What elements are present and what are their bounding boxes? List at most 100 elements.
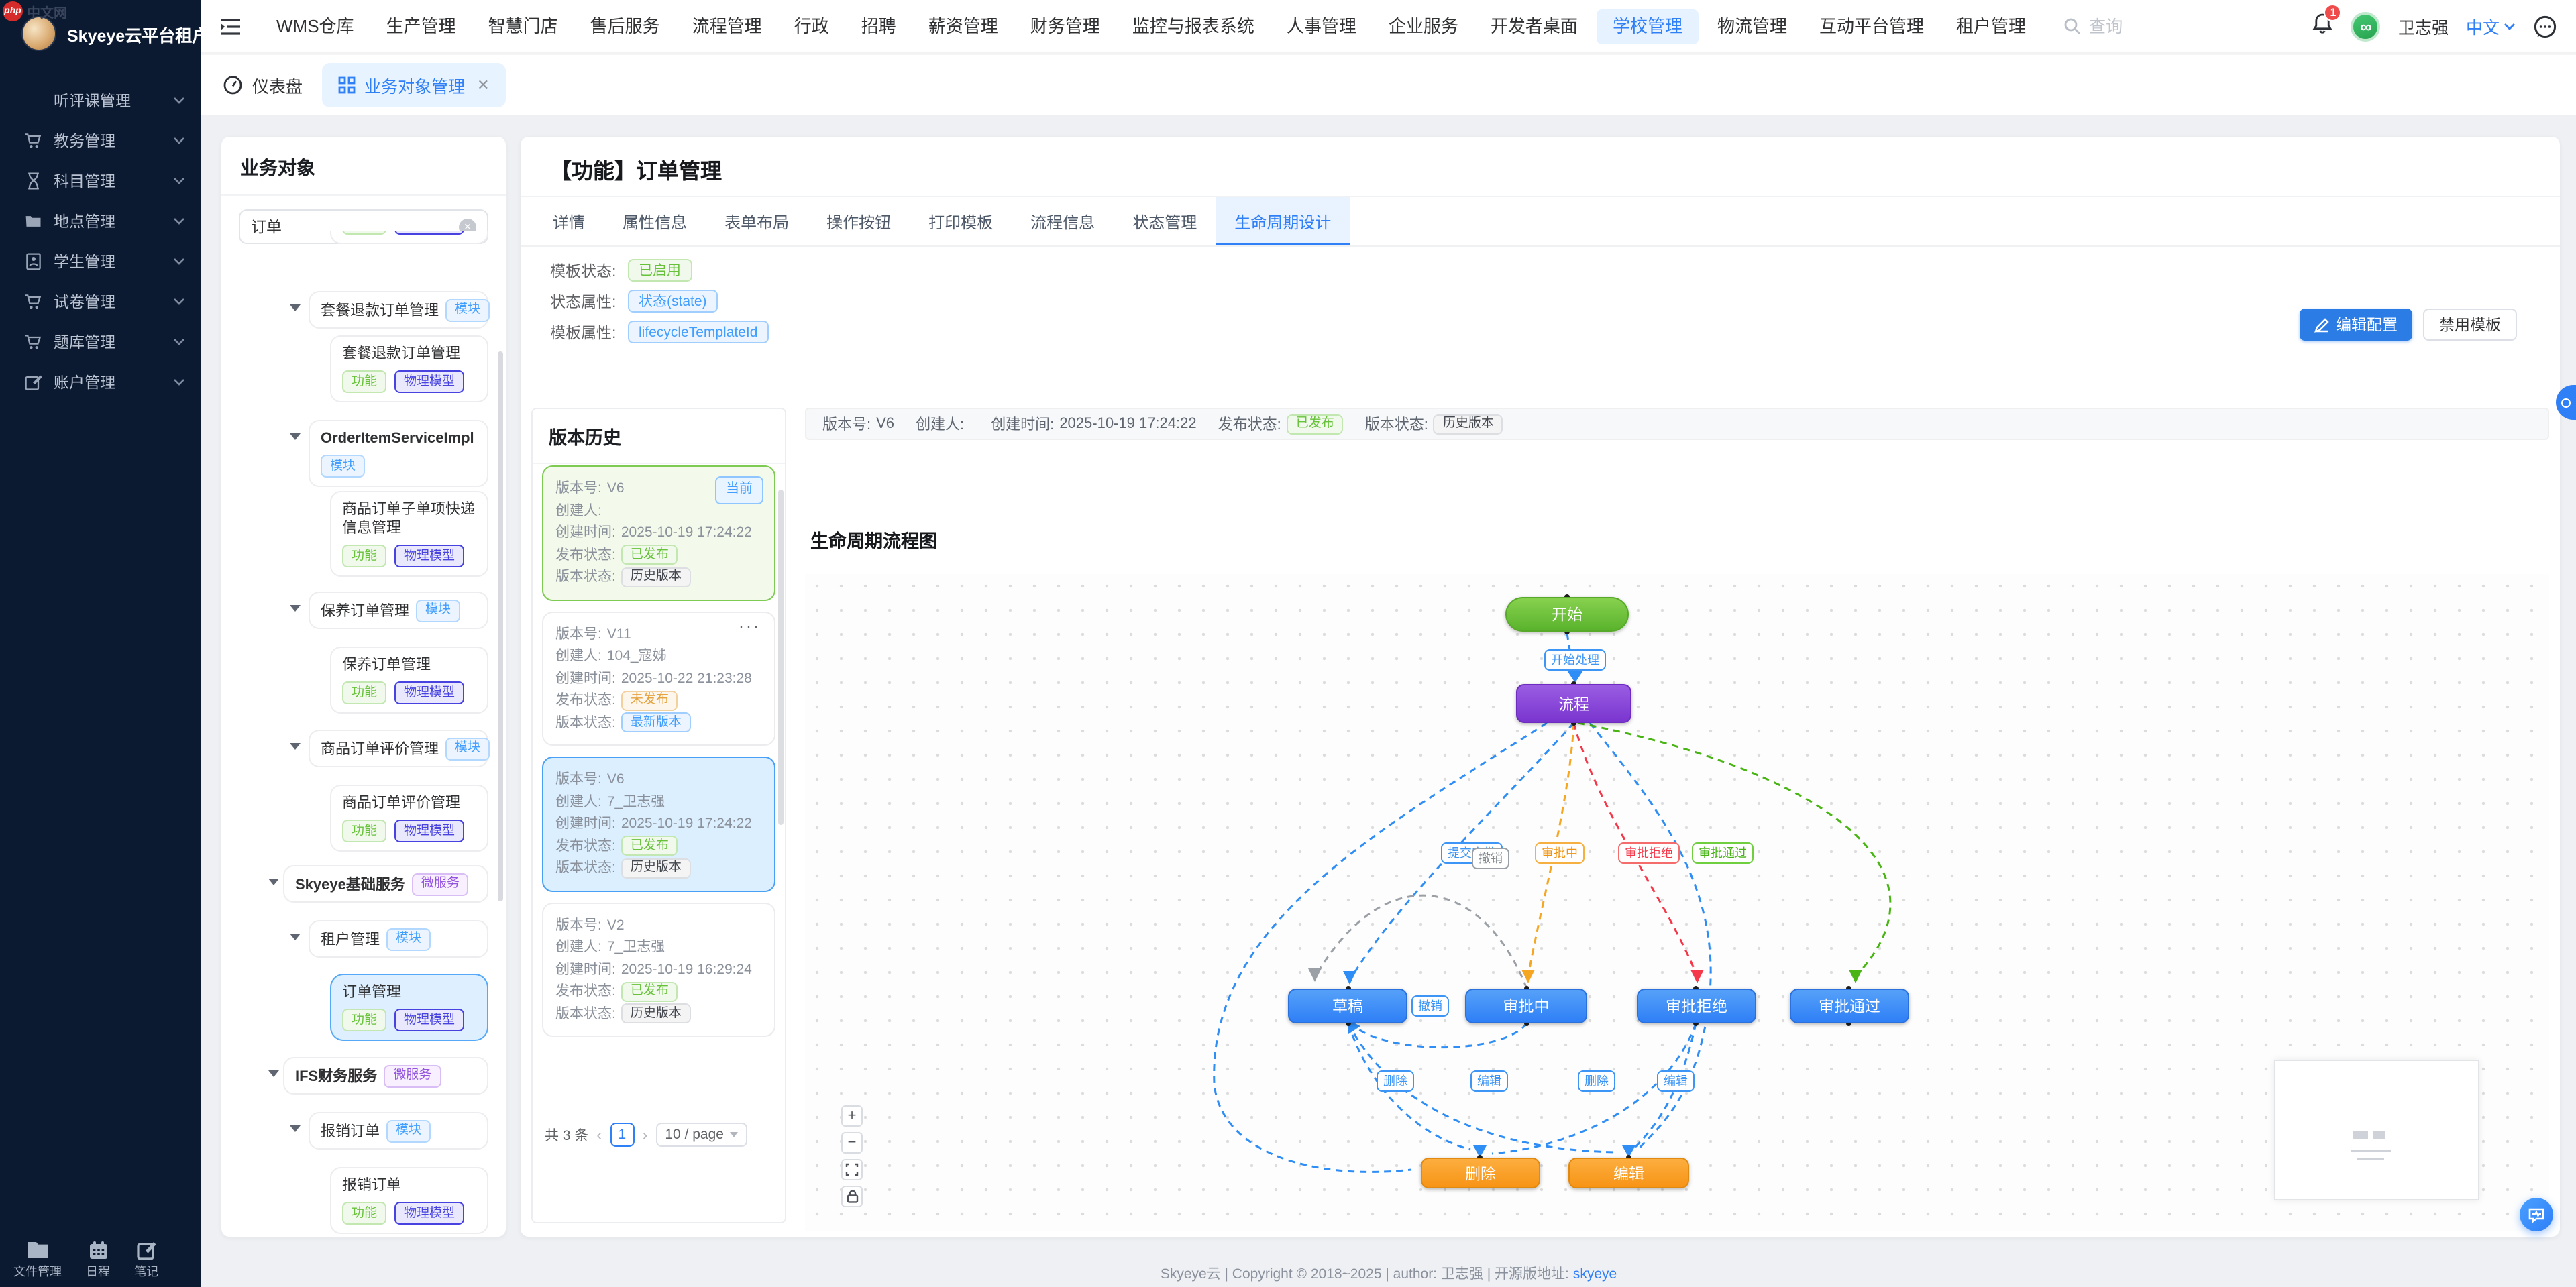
nav-item[interactable]: 流程管理 (676, 0, 778, 53)
tab-detail[interactable]: 详情 (534, 197, 604, 245)
tree-toggle-icon[interactable] (268, 1070, 279, 1077)
sidebar-item-tiku[interactable]: 题库管理 (0, 322, 201, 362)
tree-node-module[interactable]: 租户管理 模块 (309, 920, 488, 958)
dock-schedule[interactable]: 日程 (86, 1240, 110, 1279)
tree-node-function[interactable]: 报销订单 功能 物理模型 (330, 1167, 488, 1234)
flow-node-end-edit[interactable]: 编辑 (1568, 1158, 1689, 1188)
tree-node-module[interactable]: 商品订单评价管理 模块 (309, 730, 488, 767)
nav-item[interactable]: 开发者桌面 (1474, 0, 1594, 53)
zoom-out-button[interactable]: − (841, 1132, 863, 1154)
dock-file-manager[interactable]: 文件管理 (13, 1240, 62, 1279)
version-card[interactable]: ··· 版本号:V11 创建人:104_寇姊 创建时间:2025-10-22 2… (542, 611, 775, 746)
sidebar-item-kemu[interactable]: 科目管理 (0, 161, 201, 201)
sidebar-item-jiaowu[interactable]: 教务管理 (0, 121, 201, 161)
flow-node-process[interactable]: 流程 (1516, 684, 1631, 723)
tree-toggle-icon[interactable] (290, 1125, 301, 1132)
nav-item[interactable]: 财务管理 (1014, 0, 1116, 53)
tree-node-microservice[interactable]: IFS财务服务 微服务 (283, 1057, 488, 1095)
tree-node-microservice[interactable]: Skyeye基础服务 微服务 (283, 865, 488, 903)
tab-dashboard[interactable]: 仪表盘 (223, 72, 303, 98)
language-switcher[interactable]: 中文 (2466, 13, 2516, 39)
sidebar-item-xuesheng[interactable]: 学生管理 (0, 241, 201, 282)
edge-label[interactable]: 删除 (1377, 1070, 1414, 1092)
nav-item-active[interactable]: 学校管理 (1597, 9, 1699, 44)
tree-toggle-icon[interactable] (290, 304, 301, 311)
tab-flow-info[interactable]: 流程信息 (1012, 197, 1114, 245)
tab-action-buttons[interactable]: 操作按钮 (808, 197, 910, 245)
tree-node-module[interactable]: 保养订单管理 模块 (309, 592, 488, 629)
user-name[interactable]: 卫志强 (2398, 13, 2449, 39)
tree-toggle-icon[interactable] (290, 934, 301, 940)
edge-label[interactable]: 撤销 (1472, 848, 1509, 869)
tree-node-function[interactable]: 商品订单评价管理 功能 物理模型 (330, 785, 488, 852)
flow-node-end-delete[interactable]: 删除 (1421, 1158, 1540, 1188)
lifecycle-flow-canvas[interactable]: 开始 开始处理 流程 提交审批 撤销 审批中 审批拒绝 审批通过 草稿 审批中 … (805, 574, 2549, 1231)
tree-toggle-icon[interactable] (290, 433, 301, 440)
lock-button[interactable] (841, 1186, 863, 1207)
sidebar-item-tingpingke[interactable]: 听评课管理 (0, 80, 201, 121)
prev-page-button[interactable]: ‹ (595, 1125, 603, 1144)
opensource-link[interactable]: skyeye (1573, 1266, 1617, 1282)
edge-label[interactable]: 审批通过 (1692, 842, 1754, 864)
page-number[interactable]: 1 (610, 1123, 634, 1147)
edge-label[interactable]: 删除 (1578, 1070, 1615, 1092)
nav-item[interactable]: 薪资管理 (912, 0, 1014, 53)
nav-item[interactable]: 租户管理 (1940, 0, 2042, 53)
user-avatar[interactable]: ∞ (2351, 11, 2381, 41)
tree-node-function[interactable]: 保养订单管理 功能 物理模型 (330, 647, 488, 714)
tab-business-object-active[interactable]: 业务对象管理 ✕ (321, 63, 505, 107)
disable-template-button[interactable]: 禁用模板 (2423, 309, 2517, 341)
next-page-button[interactable]: › (641, 1125, 649, 1144)
nav-item[interactable]: 生产管理 (370, 0, 472, 53)
nav-item[interactable]: 行政 (778, 0, 845, 53)
nav-item[interactable]: 招聘 (845, 0, 912, 53)
version-card[interactable]: 版本号:V2 创建人:7_卫志强 创建时间:2025-10-19 16:29:2… (542, 902, 775, 1037)
dock-notes[interactable]: 笔记 (134, 1240, 158, 1279)
version-card-current[interactable]: 当前 版本号:V6 创建人: 创建时间:2025-10-19 17:24:22 … (542, 465, 775, 600)
tree-toggle-icon[interactable] (290, 743, 301, 750)
nav-item[interactable]: 互动平台管理 (1803, 0, 1940, 53)
flow-node-approved[interactable]: 审批通过 (1790, 989, 1909, 1023)
tree-node-module[interactable]: 套餐退款订单管理 模块 (309, 291, 488, 329)
fit-view-button[interactable] (841, 1159, 863, 1180)
tree-toggle-icon[interactable] (268, 879, 279, 885)
tree-node-module[interactable]: 报销订单 模块 (309, 1112, 488, 1150)
flow-node-auditing[interactable]: 审批中 (1465, 989, 1587, 1023)
edge-label[interactable]: 审批拒绝 (1618, 842, 1680, 864)
sidebar-item-shijuan[interactable]: 试卷管理 (0, 282, 201, 322)
edge-label[interactable]: 开始处理 (1544, 649, 1606, 671)
nav-item[interactable]: 人事管理 (1271, 0, 1373, 53)
chat-assistant-fab[interactable] (2520, 1198, 2553, 1231)
tab-attributes[interactable]: 属性信息 (604, 197, 706, 245)
flow-node-start[interactable]: 开始 (1505, 597, 1629, 632)
sidebar-item-zhanghu[interactable]: 账户管理 (0, 362, 201, 402)
tab-form-layout[interactable]: 表单布局 (706, 197, 808, 245)
sidebar-item-didian[interactable]: 地点管理 (0, 201, 201, 241)
nav-item[interactable]: WMS仓库 (260, 0, 370, 53)
search-input[interactable] (2089, 17, 2250, 36)
flow-node-rejected[interactable]: 审批拒绝 (1637, 989, 1756, 1023)
tree-node-function[interactable]: 套餐退款订单管理 功能 物理模型 (330, 335, 488, 402)
tree-node-function[interactable]: 商品订单子单项快递信息管理 功能 物理模型 (330, 491, 488, 577)
flow-minimap[interactable] (2274, 1060, 2479, 1200)
tab-lifecycle-design-active[interactable]: 生命周期设计 (1216, 197, 1350, 245)
collapse-menu-icon[interactable] (220, 17, 241, 36)
page-size-select[interactable]: 10 / page (655, 1123, 748, 1147)
edge-label[interactable]: 审批中 (1535, 842, 1585, 864)
tab-state-management[interactable]: 状态管理 (1114, 197, 1216, 245)
edge-label[interactable]: 编辑 (1657, 1070, 1695, 1092)
edge-label[interactable]: 编辑 (1470, 1070, 1508, 1092)
nav-item[interactable]: 监控与报表系统 (1116, 0, 1271, 53)
chat-bubble-icon[interactable] (2533, 14, 2557, 38)
nav-item[interactable]: 物流管理 (1701, 0, 1803, 53)
tab-print-template[interactable]: 打印模板 (910, 197, 1012, 245)
tree-node-clipped[interactable]: 功能 物理模型 (330, 231, 488, 244)
scrollbar-thumb[interactable] (498, 351, 503, 901)
tree-toggle-icon[interactable] (290, 605, 301, 612)
edge-label[interactable]: 撤销 (1411, 995, 1449, 1017)
flow-node-draft[interactable]: 草稿 (1288, 989, 1407, 1023)
more-menu-icon[interactable]: ··· (739, 615, 761, 637)
zoom-in-button[interactable]: + (841, 1105, 863, 1127)
nav-item[interactable]: 企业服务 (1373, 0, 1474, 53)
edit-config-button[interactable]: 编辑配置 (2300, 309, 2412, 341)
